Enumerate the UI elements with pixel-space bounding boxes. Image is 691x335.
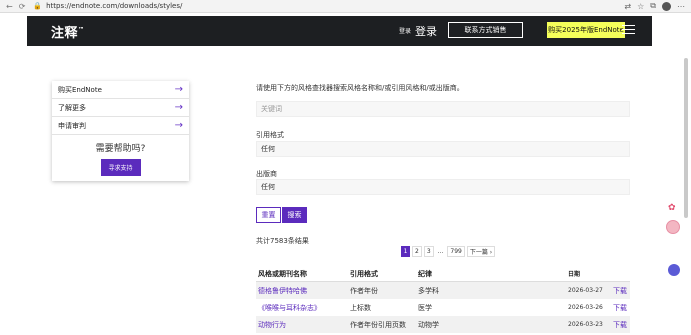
contact-sales-button[interactable]: 联系方式销售 [448,22,523,38]
address-bar[interactable]: 🔒 https://endnote.com/downloads/styles/ [33,1,182,11]
citation-style-cell: 作者年份引用页数 [350,320,406,329]
reset-button[interactable]: 重置 [256,207,281,223]
page-last[interactable]: 799 [447,246,465,257]
sidebar-card: 购买EndNote → 了解更多 → 申请审判 → 需要帮助吗? 寻求支持 [52,81,189,181]
arrow-right-icon: → [174,120,183,131]
download-link[interactable]: 下载 [613,286,630,296]
next-page-button[interactable]: 下一篇 › [466,246,496,257]
column-header-name[interactable]: 风格或期刊名称 [256,269,350,279]
profile-avatar[interactable] [662,1,671,11]
column-header-style[interactable]: 引用格式 [350,269,418,279]
browser-toolbar: ← ⟳ 🔒 https://endnote.com/downloads/styl… [0,0,691,13]
support-button[interactable]: 寻求支持 [100,159,141,176]
sidebar-item-trial[interactable]: 申请审判 → [52,117,189,135]
citation-style-cell: 作者年份 [350,286,378,295]
hamburger-menu-icon[interactable] [622,25,635,35]
assistant-avatar[interactable] [666,220,680,234]
url-text[interactable]: https://endnote.com/downloads/styles/ [46,2,182,10]
date-cell: 2026-03-27 [568,287,603,294]
buy-endnote-button[interactable]: 购买2025年版EndNote [547,22,625,38]
translate-icon[interactable]: ⇄ [624,2,631,11]
arrow-right-icon: → [174,84,183,95]
browser-nav: ← ⟳ [0,2,25,11]
star-icon[interactable]: ☆ [637,2,644,11]
search-intro: 请使用下方的风格查找器搜索风格名称和/或引用风格和/或出版商。 [256,84,464,92]
sidebar-item-learn-more[interactable]: 了解更多 → [52,99,189,117]
download-link[interactable]: 下载 [613,320,630,330]
browser-actions: ⇄ ☆ ⧉ ⋯ [624,1,685,11]
citation-style-cell: 上标数 [350,303,371,312]
search-button[interactable]: 搜索 [282,207,307,223]
discipline-cell: 医学 [418,303,432,312]
table-row: 德格鲁伊特哈佛 作者年份 多学科 2026-03-27 下载 [256,282,630,299]
sidebar-item-buy[interactable]: 购买EndNote → [52,81,189,99]
discipline-cell: 动物学 [418,320,439,329]
page-scrollbar[interactable] [684,58,688,218]
sidebar-item-label: 购买EndNote [58,85,102,94]
date-cell: 2026-03-23 [568,321,603,328]
publisher-select[interactable]: 任何 [256,179,630,195]
chat-icon[interactable] [668,264,680,276]
arrow-right-icon: → [174,102,183,113]
keyword-input[interactable]: 关键词 [256,101,630,117]
table-row: 动物行为 作者年份引用页数 动物学 2026-03-23 下载 [256,316,630,333]
reload-icon[interactable]: ⟳ [19,2,26,11]
page-3[interactable]: 3 [423,246,434,257]
help-title: 需要帮助吗? [95,144,146,154]
page-ellipsis: ... [437,248,444,255]
discipline-cell: 多学科 [418,286,439,295]
more-icon[interactable]: ⋯ [677,2,685,11]
results-table: 风格或期刊名称 引用格式 纪律 日期 德格鲁伊特哈佛 作者年份 多学科 2026… [256,266,630,333]
sidebar-item-label: 申请审判 [58,121,86,130]
page-1[interactable]: 1 [401,246,410,257]
table-row: 《喉喉与耳科杂志》 上标数 医学 2026-03-26 下载 [256,299,630,316]
login-link-small[interactable]: 登录 [399,26,411,35]
publisher-label: 出版商 [256,170,277,178]
login-link[interactable]: 登录 [415,23,437,39]
download-link[interactable]: 下载 [613,303,630,313]
style-name-link[interactable]: 德格鲁伊特哈佛 [256,286,350,296]
date-cell: 2026-03-26 [568,304,603,311]
style-label: 引用格式 [256,131,284,139]
page-2[interactable]: 2 [412,246,422,257]
style-name-link[interactable]: 《喉喉与耳科杂志》 [256,303,350,313]
results-count: 共计7583条结果 [256,237,309,245]
gift-icon[interactable]: ✿ [668,203,676,213]
extensions-icon[interactable]: ⧉ [650,1,656,11]
back-icon[interactable]: ← [6,2,13,11]
table-header: 风格或期刊名称 引用格式 纪律 日期 [256,266,630,282]
column-header-discipline[interactable]: 纪律 [418,269,568,279]
pagination: 1 2 3 ... 799 下一篇 › [401,246,496,257]
citation-style-select[interactable]: 任何 [256,141,630,157]
style-name-link[interactable]: 动物行为 [256,320,350,330]
column-header-date[interactable]: 日期 [568,269,613,278]
sidebar-item-label: 了解更多 [58,103,86,112]
lock-icon: 🔒 [33,2,43,10]
site-logo[interactable]: 注释™ [51,22,85,41]
site-header: 注释™ 登录 登录 联系方式销售 购买2025年版EndNote [27,16,652,46]
